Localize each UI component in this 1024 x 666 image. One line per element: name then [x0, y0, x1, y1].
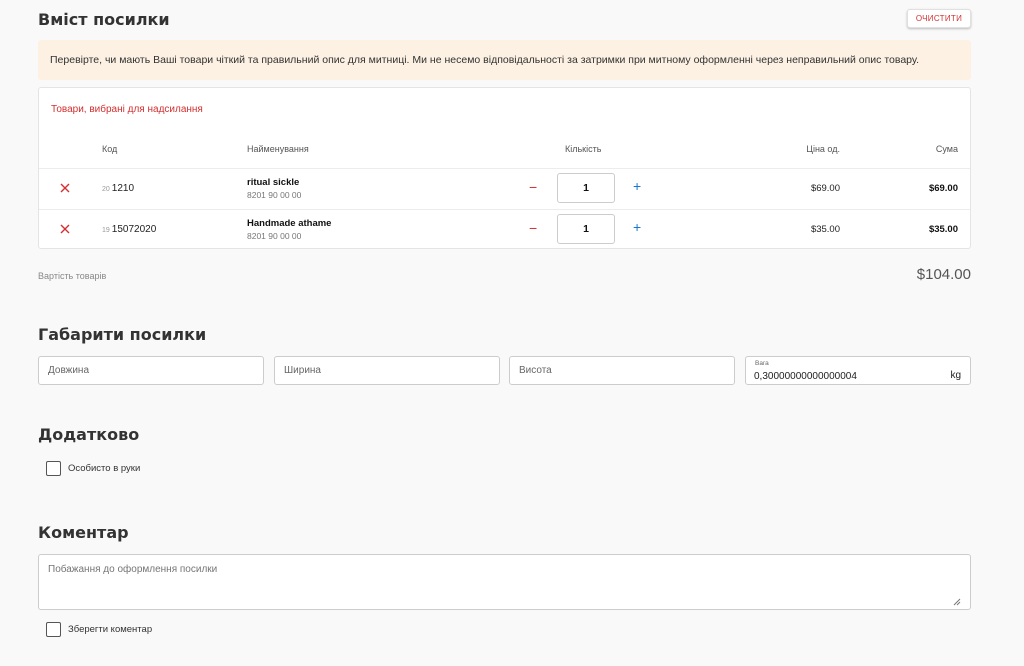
weight-input[interactable] — [754, 370, 944, 383]
personal-delivery-label: Особисто в руки — [68, 463, 141, 474]
length-input[interactable] — [38, 356, 264, 385]
item-hs-code: 8201 90 00 00 — [247, 190, 302, 200]
item-number: 19 — [102, 227, 110, 234]
item-code-value: 15072020 — [111, 224, 157, 235]
comment-title: Коментар — [38, 523, 129, 542]
personal-delivery-checkbox[interactable] — [46, 461, 61, 476]
save-comment-label: Зберегти коментар — [68, 624, 153, 635]
item-unit-price: $35.00 — [810, 224, 840, 235]
close-icon[interactable] — [59, 182, 71, 194]
quantity-input[interactable] — [557, 173, 615, 203]
increase-qty-button[interactable]: + — [633, 178, 641, 194]
total-value: $104.00 — [916, 266, 971, 283]
personal-delivery-option: Особисто в руки — [46, 461, 140, 476]
height-input[interactable] — [509, 356, 735, 385]
save-comment-checkbox[interactable] — [46, 622, 61, 637]
save-comment-option: Зберегти коментар — [46, 622, 152, 637]
quantity-input[interactable] — [557, 214, 615, 244]
column-header-name: Найменування — [247, 144, 309, 154]
item-sum: $69.00 — [928, 183, 958, 194]
item-name: Handmade athame — [247, 218, 332, 229]
weight-field: Вага kg — [745, 356, 971, 385]
item-hs-code: 8201 90 00 00 — [247, 231, 302, 241]
decrease-qty-button[interactable]: − — [529, 179, 537, 195]
weight-unit: kg — [950, 370, 961, 381]
table-row: 19 15072020 Handmade athame 8201 90 00 00… — [39, 209, 970, 250]
dimensions-title: Габарити посилки — [38, 325, 207, 344]
weight-label: Вага — [755, 360, 769, 367]
item-code: 20 1210 — [102, 183, 134, 194]
comment-textarea[interactable] — [38, 554, 971, 610]
width-input[interactable] — [274, 356, 500, 385]
extra-title: Додатково — [38, 425, 140, 444]
parcel-contents-title: Вміст посилки — [38, 10, 170, 29]
close-icon[interactable] — [59, 223, 71, 235]
item-code-value: 1210 — [111, 183, 135, 194]
column-header-sum: Сума — [935, 144, 958, 154]
resize-handle-icon[interactable] — [952, 597, 961, 606]
items-card: Товари, вибрані для надсилання Код Найме… — [38, 87, 971, 249]
item-sum: $35.00 — [928, 224, 958, 235]
items-card-title: Товари, вибрані для надсилання — [51, 104, 203, 115]
column-header-unit-price: Ціна од. — [806, 144, 840, 154]
item-number: 20 — [102, 186, 110, 193]
item-unit-price: $69.00 — [810, 183, 840, 194]
column-header-qty: Кількість — [565, 144, 602, 154]
customs-notice: Перевірте, чи мають Ваші товари чіткий т… — [38, 40, 971, 80]
clear-button[interactable]: ОЧИСТИТИ — [907, 9, 971, 28]
item-name: ritual sickle — [247, 177, 300, 188]
total-label: Вартість товарів — [38, 271, 107, 281]
column-header-code: Код — [102, 144, 118, 154]
decrease-qty-button[interactable]: − — [529, 220, 537, 236]
increase-qty-button[interactable]: + — [633, 219, 641, 235]
table-row: 201210 ritual sickle 8201 90 00 00 − + $… — [39, 168, 970, 209]
item-code: 19 15072020 — [102, 224, 156, 235]
